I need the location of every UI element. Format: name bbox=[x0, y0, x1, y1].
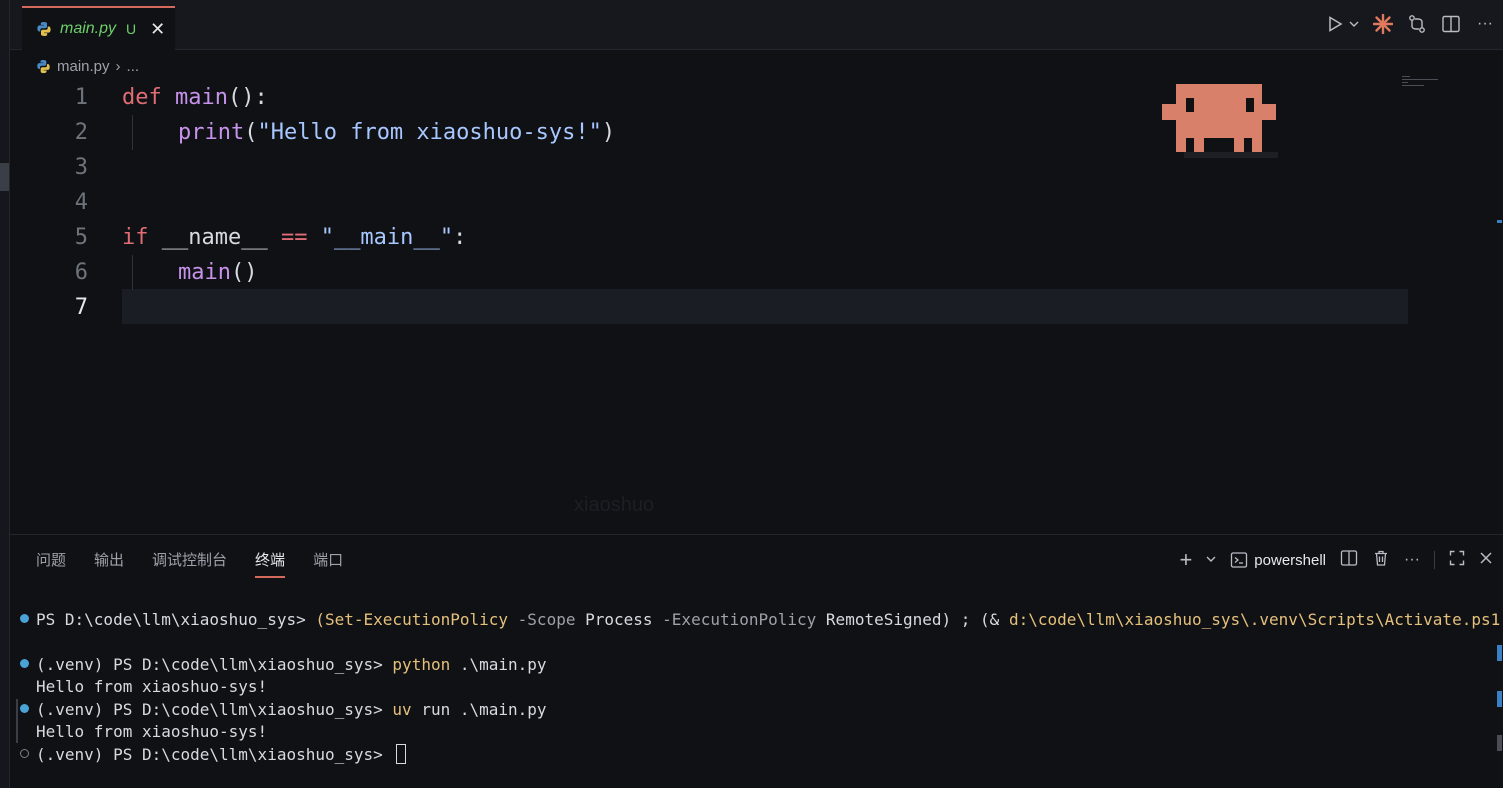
code-line-current[interactable]: 7 bbox=[10, 290, 1410, 325]
terminal-line: (.venv) PS D:\code\llm\xiaoshuo_sys> pyt… bbox=[36, 654, 547, 674]
terminal-cursor bbox=[396, 744, 407, 764]
punctuation: (): bbox=[227, 85, 268, 110]
string-literal: "__main__" bbox=[307, 225, 454, 250]
more-icon[interactable]: ··· bbox=[1475, 14, 1495, 34]
close-icon[interactable]: ✕ bbox=[150, 20, 165, 38]
punctuation: ) bbox=[601, 120, 616, 145]
line-number: 3 bbox=[74, 155, 88, 180]
line-number: 5 bbox=[74, 225, 88, 250]
terminal-icon bbox=[1231, 552, 1248, 568]
untracked-badge: U bbox=[126, 21, 137, 37]
command-pending-icon[interactable] bbox=[20, 749, 29, 758]
breadcrumb: main.py › ... bbox=[36, 54, 139, 78]
minimap[interactable] bbox=[1402, 76, 1442, 96]
punctuation: () bbox=[230, 260, 258, 285]
tab-ports[interactable]: 端口 bbox=[313, 549, 343, 578]
indent-guide bbox=[132, 115, 133, 150]
punctuation: ( bbox=[244, 120, 258, 145]
terminal-line: (.venv) PS D:\code\llm\xiaoshuo_sys> uv … bbox=[36, 699, 547, 719]
terminal-line: PS D:\code\llm\xiaoshuo_sys> (Set-Execut… bbox=[36, 609, 1503, 629]
scrollbar-marker bbox=[1497, 220, 1502, 223]
tab-debug-console[interactable]: 调试控制台 bbox=[152, 549, 227, 578]
editor-toolbar: ··· bbox=[1325, 14, 1495, 34]
more-icon[interactable]: ··· bbox=[1404, 551, 1420, 569]
toolbar-divider bbox=[1434, 551, 1435, 569]
command-group-bar bbox=[16, 699, 18, 743]
line-number: 1 bbox=[74, 85, 88, 110]
run-icon[interactable] bbox=[1325, 14, 1345, 34]
line-number: 7 bbox=[74, 295, 88, 320]
breadcrumb-separator: › bbox=[115, 57, 121, 75]
python-file-icon bbox=[37, 22, 51, 36]
line-number: 2 bbox=[74, 120, 88, 145]
indent-guide bbox=[132, 255, 133, 290]
activity-bar-edge bbox=[0, 0, 10, 788]
punctuation: : bbox=[453, 225, 467, 250]
terminal-line: Hello from xiaoshuo-sys! bbox=[36, 721, 268, 741]
tab-main-py[interactable]: main.py U ✕ bbox=[22, 6, 175, 50]
compare-changes-icon[interactable] bbox=[1407, 14, 1427, 34]
split-terminal-icon[interactable] bbox=[1340, 549, 1358, 572]
trash-icon[interactable] bbox=[1372, 549, 1390, 572]
terminal-prompt-line[interactable]: (.venv) PS D:\code\llm\xiaoshuo_sys> bbox=[36, 743, 407, 765]
breadcrumb-file[interactable]: main.py bbox=[57, 58, 110, 75]
chevron-down-icon[interactable] bbox=[1206, 551, 1216, 569]
line-number: 4 bbox=[74, 190, 88, 215]
breadcrumb-more[interactable]: ... bbox=[127, 58, 140, 75]
string-literal: "Hello from xiaoshuo-sys!" bbox=[257, 120, 602, 145]
activity-indicator bbox=[0, 163, 9, 191]
tab-problems[interactable]: 问题 bbox=[36, 549, 66, 578]
python-file-icon bbox=[37, 59, 50, 73]
command-success-icon[interactable] bbox=[20, 614, 29, 623]
keyword: if bbox=[122, 225, 149, 250]
split-editor-icon[interactable] bbox=[1441, 14, 1461, 34]
maximize-icon[interactable] bbox=[1449, 550, 1465, 571]
identifier: __name__ bbox=[148, 225, 281, 250]
function-call: main bbox=[178, 260, 231, 285]
terminal-selector[interactable]: powershell bbox=[1230, 551, 1326, 569]
code-line[interactable]: 4 bbox=[10, 185, 1410, 220]
shell-name: powershell bbox=[1254, 551, 1327, 569]
watermark-text: xiaoshuo bbox=[574, 494, 655, 516]
panel-tabs: 问题 输出 调试控制台 终端 端口 bbox=[36, 549, 343, 578]
line-number: 6 bbox=[74, 260, 88, 285]
panel-toolbar: + powershell ··· bbox=[1179, 547, 1493, 573]
tab-label: main.py bbox=[60, 20, 117, 37]
chevron-down-icon[interactable] bbox=[1349, 14, 1359, 34]
keyword: def bbox=[122, 85, 162, 110]
command-success-icon[interactable] bbox=[20, 659, 29, 668]
bottom-panel: 问题 输出 调试控制台 终端 端口 + powershell ··· PS D: bbox=[10, 534, 1503, 788]
tab-terminal[interactable]: 终端 bbox=[255, 549, 286, 578]
code-line[interactable]: 5 if __name__ == "__main__": bbox=[10, 220, 1410, 255]
operator: == bbox=[280, 225, 308, 250]
function-call: print bbox=[178, 120, 245, 145]
terminal-line: Hello from xiaoshuo-sys! bbox=[36, 676, 268, 696]
close-icon[interactable] bbox=[1479, 551, 1493, 570]
code-editor[interactable]: 1 def main(): 2 print("Hello from xiaosh… bbox=[10, 80, 1503, 532]
claude-sparkle-icon[interactable] bbox=[1373, 14, 1393, 34]
function-name: main bbox=[175, 85, 228, 110]
code-line[interactable]: 6 main() bbox=[10, 255, 1410, 290]
tab-output[interactable]: 输出 bbox=[94, 549, 124, 578]
command-success-icon[interactable] bbox=[20, 704, 29, 713]
editor-tab-bar: main.py U ✕ ··· bbox=[10, 0, 1503, 50]
pixel-pet-icon bbox=[1162, 84, 1278, 158]
new-terminal-button[interactable]: + bbox=[1179, 547, 1192, 573]
